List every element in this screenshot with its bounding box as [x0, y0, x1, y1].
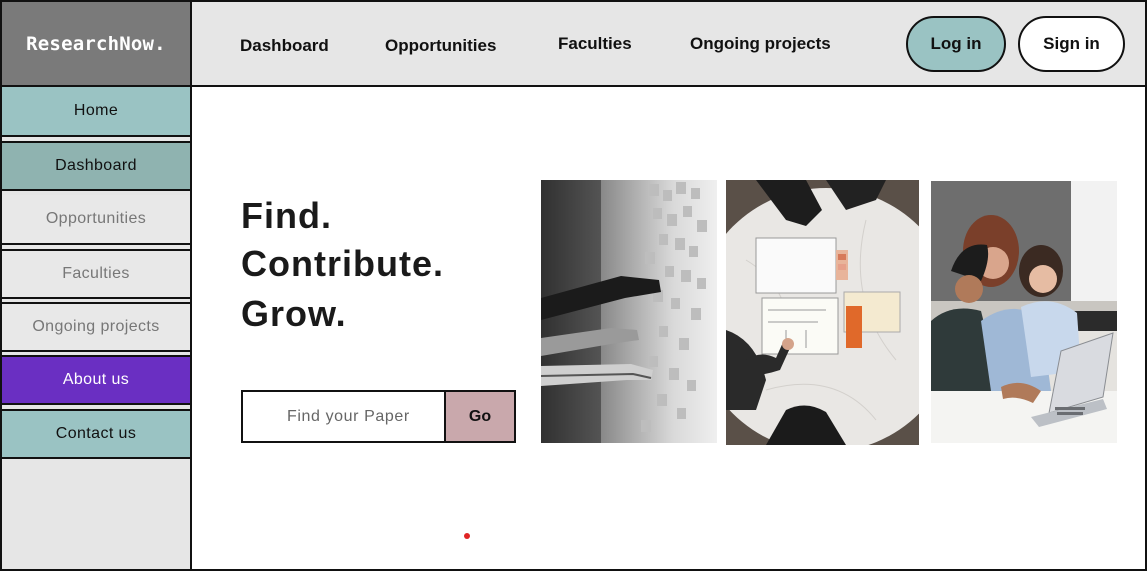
paper-search-form: Go: [241, 390, 516, 443]
paper-search-input[interactable]: [243, 392, 446, 441]
hero-line-contribute: Contribute.: [241, 243, 444, 284]
sticky-notes-wall-photo: [541, 180, 717, 443]
login-button[interactable]: Log in: [906, 16, 1006, 72]
sidebar-item-dashboard[interactable]: Dashboard: [2, 141, 190, 191]
sidebar-item-faculties[interactable]: Faculties: [2, 249, 190, 299]
hero-line-grow: Grow.: [241, 293, 347, 334]
hero-line-find: Find.: [241, 195, 332, 236]
table-sketching-illustration: [726, 180, 919, 445]
topnav-ongoing-projects[interactable]: Ongoing projects: [690, 34, 831, 54]
top-nav-bar: Dashboard Opportunities Faculties Ongoin…: [192, 0, 1147, 87]
topnav-dashboard[interactable]: Dashboard: [240, 36, 329, 56]
topnav-faculties[interactable]: Faculties: [558, 34, 632, 54]
sticky-notes-illustration: [541, 180, 717, 443]
signin-button[interactable]: Sign in: [1018, 16, 1125, 72]
sidebar-item-home[interactable]: Home: [2, 87, 190, 137]
team-laptop-illustration: [931, 181, 1117, 443]
main-content: Find. Contribute. Grow. Go: [192, 87, 1147, 571]
logo-text: ResearchNow.: [26, 32, 166, 55]
indicator-dot: [464, 533, 470, 539]
team-laptop-photo: [931, 181, 1117, 443]
logo[interactable]: ResearchNow.: [0, 0, 192, 87]
sidebar: Home Dashboard Opportunities Faculties O…: [0, 87, 192, 571]
sidebar-item-about-us[interactable]: About us: [2, 355, 190, 405]
topnav-opportunities[interactable]: Opportunities: [385, 36, 496, 56]
go-button[interactable]: Go: [446, 392, 514, 441]
table-sketching-photo: [726, 180, 919, 445]
sidebar-item-opportunities[interactable]: Opportunities: [2, 195, 190, 245]
sidebar-item-ongoing-projects[interactable]: Ongoing projects: [2, 302, 190, 352]
sidebar-item-contact-us[interactable]: Contact us: [2, 409, 190, 459]
